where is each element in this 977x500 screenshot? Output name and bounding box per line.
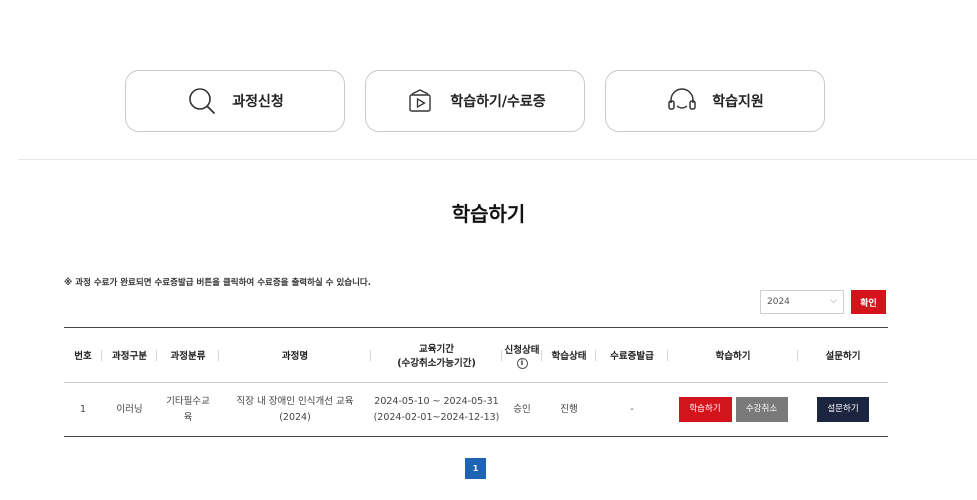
row-period: 2024-05-10 ~ 2024-05-31 (2024-02-01~2024…	[371, 383, 502, 437]
row-period-line2: (2024-02-01~2024-12-13)	[373, 411, 500, 423]
certificate-notice: ※ 과정 수료가 완료되면 수료증발급 버튼을 클릭하여 수료증을 출력하실 수…	[64, 278, 371, 288]
start-study-button[interactable]: 학습하기	[678, 397, 732, 422]
row-survey-action: 설문하기	[798, 383, 888, 437]
chevron-down-icon: ⌵	[830, 296, 837, 306]
course-table: 번호 과정구분 과정분류 과정명 교육기간 (수강취소가능기간) 신청상태 i …	[64, 327, 888, 437]
col-header-name: 과정명	[219, 327, 371, 383]
confirm-button[interactable]: 확인	[851, 290, 886, 314]
course-apply-label: 과정신청	[232, 94, 284, 110]
study-certificate-label: 학습하기/수료증	[450, 94, 546, 110]
col-header-period: 교육기간 (수강취소가능기간)	[371, 327, 502, 383]
col-header-period-line2: (수강취소가능기간)	[397, 358, 476, 369]
row-category-line1: 기타필수교	[166, 396, 210, 408]
row-study-status: 진행	[560, 403, 578, 415]
table-header-row: 번호 과정구분 과정분류 과정명 교육기간 (수강취소가능기간) 신청상태 i …	[64, 327, 888, 383]
year-select-value: 2024	[767, 297, 790, 307]
headset-icon	[666, 85, 698, 117]
row-study-actions: 학습하기 수강취소	[668, 383, 798, 437]
survey-button[interactable]: 설문하기	[817, 397, 869, 422]
cancel-enrollment-button[interactable]: 수강취소	[735, 397, 788, 422]
col-header-type: 과정구분	[102, 327, 157, 383]
year-select[interactable]: 2024 ⌵	[760, 290, 844, 314]
row-course-name: 직장 내 장애인 인식개선 교육 (2024)	[219, 383, 371, 437]
row-period-line1: 2024-05-10 ~ 2024-05-31	[374, 396, 499, 408]
row-no: 1	[79, 403, 87, 415]
col-header-category: 과정분류	[157, 327, 219, 383]
table-row: 1 이러닝 기타필수교 육 직장 내 장애인 인식개선 교육 (2024) 20…	[64, 383, 888, 437]
row-category: 기타필수교 육	[157, 383, 219, 437]
row-apply-status: 승인	[513, 403, 531, 415]
row-type: 이러닝	[116, 403, 143, 415]
info-icon[interactable]: i	[516, 357, 528, 369]
section-divider	[18, 159, 977, 160]
course-apply-button[interactable]: 과정신청	[125, 70, 345, 132]
col-header-survey: 설문하기	[798, 327, 888, 383]
row-course-name-line2: (2024)	[279, 411, 311, 423]
col-header-no: 번호	[64, 327, 102, 383]
col-header-study: 학습하기	[668, 327, 798, 383]
row-course-name-line1: 직장 내 장애인 인식개선 교육	[236, 396, 354, 408]
col-header-certificate: 수료증발급	[596, 327, 668, 383]
study-certificate-button[interactable]: 학습하기/수료증	[365, 70, 585, 132]
study-support-label: 학습지원	[712, 94, 764, 110]
play-video-icon	[404, 85, 436, 117]
page-title: 학습하기	[451, 202, 526, 226]
col-header-apply-status-label: 신청상태	[504, 344, 540, 356]
col-header-period-line1: 교육기간	[419, 344, 454, 355]
page-button-current[interactable]: 1	[465, 458, 486, 479]
search-icon	[186, 85, 218, 117]
row-certificate: -	[630, 403, 634, 415]
col-header-apply-status: 신청상태 i	[502, 327, 542, 383]
row-category-line2: 육	[183, 411, 193, 423]
col-header-study-status: 학습상태	[542, 327, 596, 383]
study-support-button[interactable]: 학습지원	[605, 70, 825, 132]
